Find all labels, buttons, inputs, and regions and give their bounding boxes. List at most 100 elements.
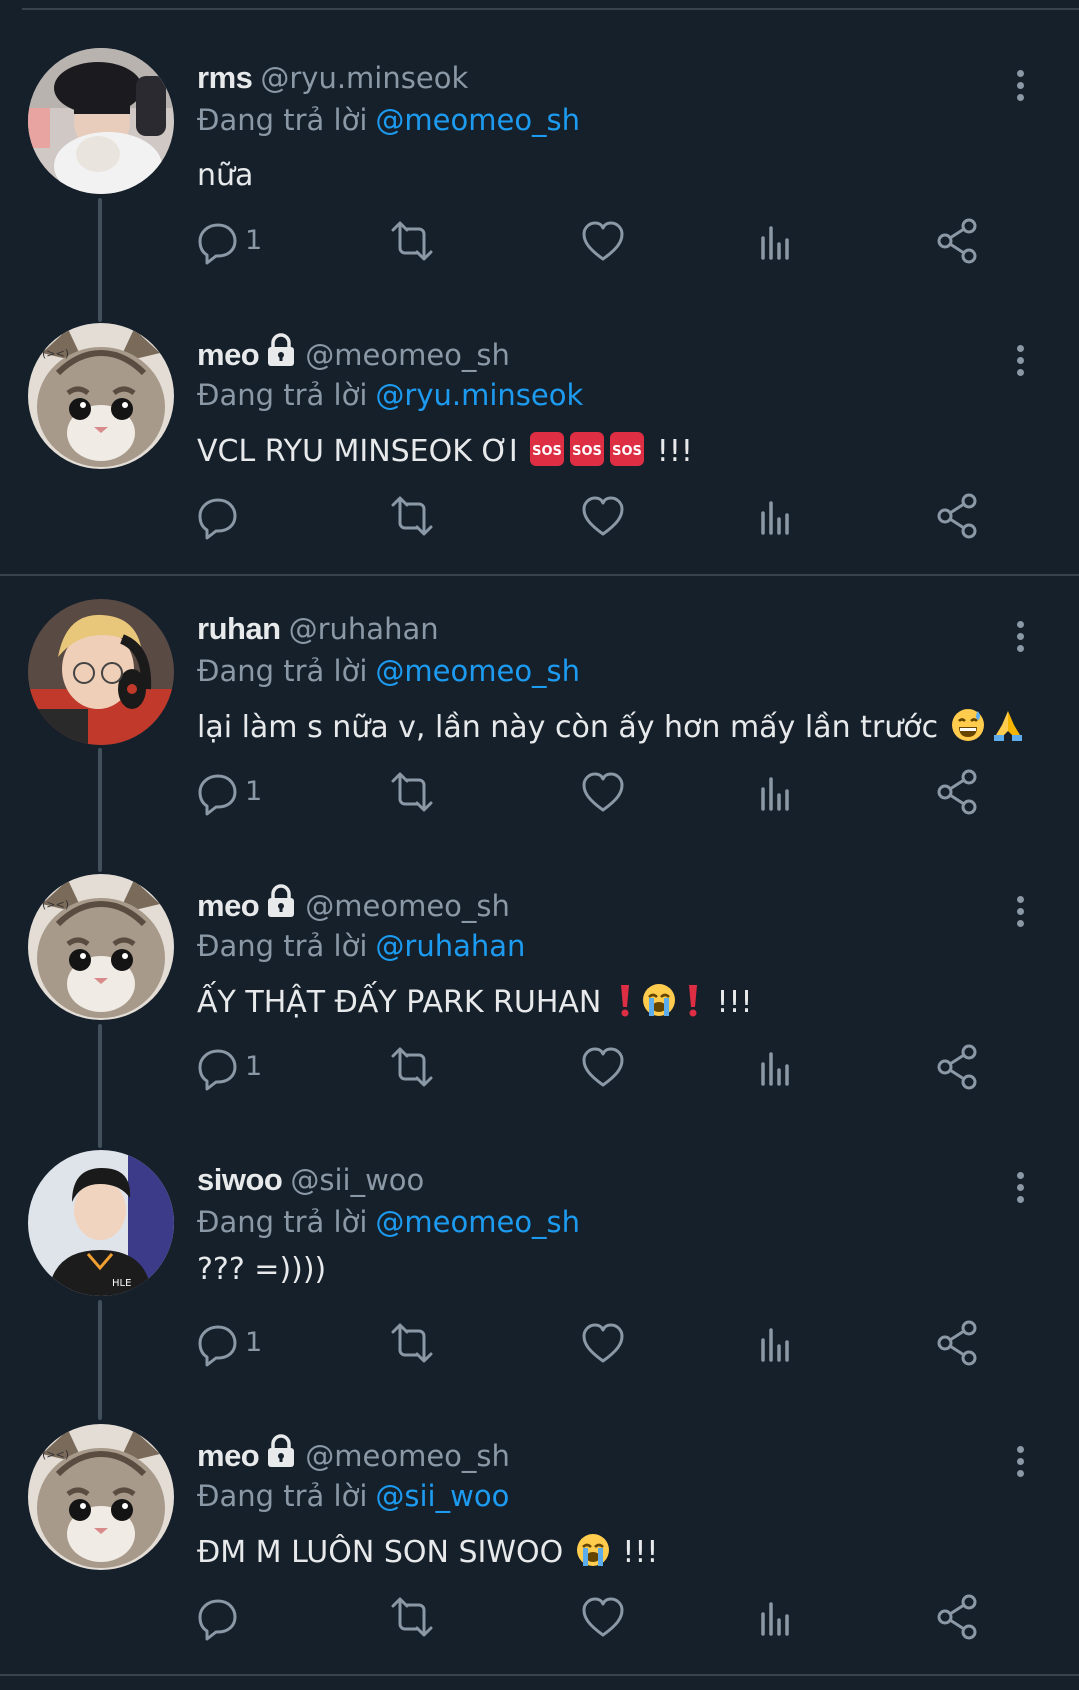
thread-connector	[98, 1300, 102, 1420]
reply-target-link[interactable]: @meomeo_sh	[375, 1205, 580, 1239]
avatar[interactable]	[28, 48, 174, 194]
reply-icon	[198, 1599, 237, 1641]
reply-target-link[interactable]: @ruhahan	[375, 929, 525, 963]
tweet-text-content: nữa	[197, 158, 254, 193]
reply-target-link[interactable]: @ryu.minseok	[375, 378, 583, 412]
reply-button[interactable]	[197, 491, 245, 541]
tweet-text: ĐM M LUÔN SON SIWOO !!!	[197, 1532, 658, 1579]
display-name[interactable]: meo	[197, 1438, 260, 1473]
share-button[interactable]	[935, 1318, 979, 1368]
avatar[interactable]: (><)	[28, 323, 174, 469]
display-name[interactable]: ruhan	[197, 611, 281, 646]
avatar[interactable]: (><)	[28, 1424, 174, 1570]
reply-button[interactable]: 1	[197, 1318, 262, 1368]
reply-button[interactable]: 1	[197, 216, 262, 266]
views-button[interactable]	[757, 1318, 797, 1368]
like-button[interactable]	[580, 1318, 626, 1368]
tweet-actions: 1	[197, 767, 1027, 817]
more-options-button[interactable]	[1003, 888, 1039, 928]
views-chart-icon	[761, 777, 789, 811]
user-handle[interactable]: @ryu.minseok	[260, 61, 468, 95]
share-icon	[937, 1044, 977, 1090]
crying-emoji-icon	[641, 982, 677, 1029]
share-icon	[937, 1594, 977, 1640]
reply-target-link[interactable]: @meomeo_sh	[375, 103, 580, 137]
share-button[interactable]	[935, 1042, 979, 1092]
user-handle[interactable]: @ruhahan	[289, 612, 439, 646]
like-button[interactable]	[580, 491, 626, 541]
more-options-button[interactable]	[1003, 337, 1039, 377]
reply-count: 1	[245, 1051, 263, 1082]
heart-icon	[582, 1323, 624, 1363]
display-name[interactable]: meo	[197, 888, 260, 923]
reply-label: Đang trả lời	[197, 929, 368, 963]
reply-count: 1	[245, 1327, 263, 1358]
share-button[interactable]	[935, 491, 979, 541]
views-button[interactable]	[757, 491, 797, 541]
retweet-button[interactable]	[387, 216, 437, 266]
lock-icon	[265, 884, 297, 928]
heart-icon	[582, 221, 624, 261]
user-handle[interactable]: @meomeo_sh	[305, 1439, 510, 1473]
views-button[interactable]	[757, 1042, 797, 1092]
display-name[interactable]: siwoo	[197, 1162, 283, 1197]
avatar[interactable]: HLE	[28, 1150, 174, 1296]
like-button[interactable]	[580, 1042, 626, 1092]
sos-emoji-icon: SOS	[609, 431, 645, 478]
kitten-avatar-icon: (><)	[28, 323, 174, 469]
tweet-text: nữa	[197, 156, 253, 196]
tweet-text-tail: !!!	[656, 434, 693, 469]
retweet-button[interactable]	[387, 1592, 437, 1642]
thread-connector	[98, 198, 102, 322]
reply-button[interactable]	[197, 1592, 245, 1642]
tweet-actions	[197, 1592, 1027, 1642]
views-button[interactable]	[757, 767, 797, 817]
share-icon	[937, 769, 977, 815]
reply-button[interactable]: 1	[197, 767, 262, 817]
pray-emoji-icon	[990, 707, 1026, 754]
share-button[interactable]	[935, 767, 979, 817]
more-options-button[interactable]	[1003, 613, 1039, 653]
svg-text:SOS: SOS	[612, 444, 642, 459]
top-divider	[22, 8, 1079, 10]
reply-label: Đang trả lời	[197, 654, 368, 688]
tweet-text-tail: !!!	[622, 1535, 659, 1570]
exclamation-emoji-icon	[613, 982, 637, 1029]
more-options-button[interactable]	[1003, 1438, 1039, 1478]
user-handle[interactable]: @sii_woo	[290, 1163, 424, 1197]
lock-icon	[265, 333, 297, 377]
crying-emoji-icon	[575, 1532, 611, 1579]
views-chart-icon	[761, 1328, 789, 1362]
tweet-actions: 1	[197, 1042, 1027, 1092]
views-button[interactable]	[757, 216, 797, 266]
retweet-button[interactable]	[387, 767, 437, 817]
reply-icon	[198, 1325, 237, 1367]
thread-connector	[98, 1024, 102, 1148]
more-options-button[interactable]	[1003, 1164, 1039, 1204]
svg-text:(><): (><)	[42, 898, 69, 911]
user-handle[interactable]: @meomeo_sh	[305, 889, 510, 923]
views-button[interactable]	[757, 1592, 797, 1642]
retweet-button[interactable]	[387, 1318, 437, 1368]
user-handle[interactable]: @meomeo_sh	[305, 338, 510, 372]
like-button[interactable]	[580, 216, 626, 266]
share-button[interactable]	[935, 1592, 979, 1642]
svg-text:HLE: HLE	[112, 1278, 131, 1289]
svg-text:SOS: SOS	[572, 444, 602, 459]
reply-button[interactable]: 1	[197, 1042, 262, 1092]
like-button[interactable]	[580, 1592, 626, 1642]
like-button[interactable]	[580, 767, 626, 817]
more-options-button[interactable]	[1003, 62, 1039, 102]
retweet-button[interactable]	[387, 1042, 437, 1092]
avatar[interactable]	[28, 599, 174, 745]
avatar[interactable]: (><)	[28, 874, 174, 1020]
display-name[interactable]: rms	[197, 60, 253, 95]
retweet-button[interactable]	[387, 491, 437, 541]
share-button[interactable]	[935, 216, 979, 266]
tweet-actions	[197, 491, 1027, 541]
reply-label: Đang trả lời	[197, 103, 368, 137]
reply-target-link[interactable]: @sii_woo	[375, 1479, 509, 1513]
reply-target-link[interactable]: @meomeo_sh	[375, 654, 580, 688]
display-name[interactable]: meo	[197, 337, 260, 372]
lock-icon	[265, 1434, 297, 1478]
